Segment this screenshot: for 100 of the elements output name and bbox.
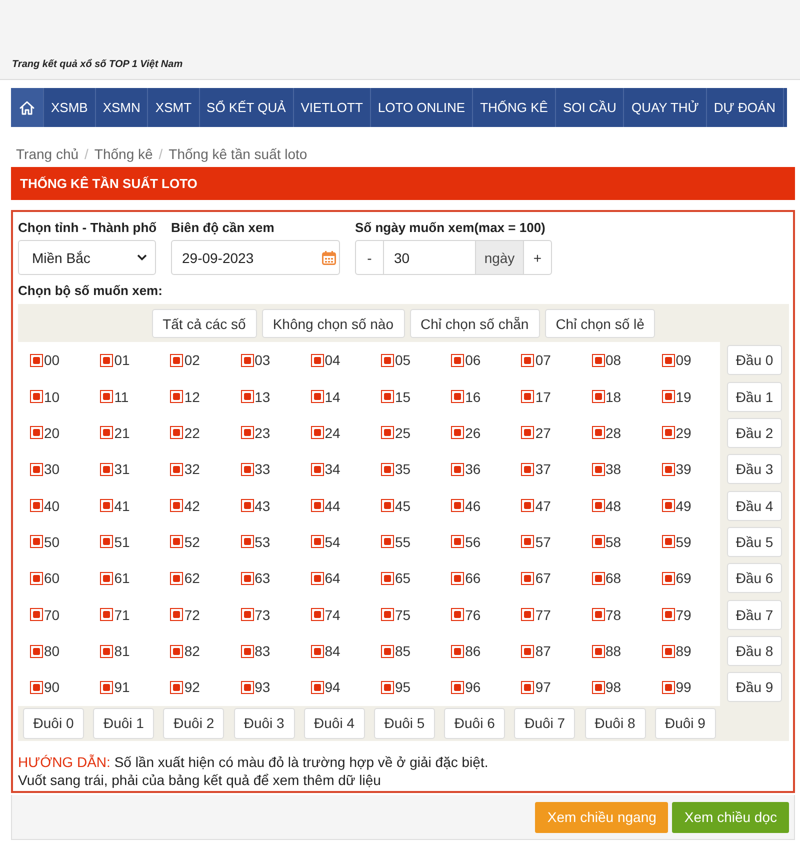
head-digit-button[interactable]: Đầu 7	[727, 600, 782, 630]
checkbox[interactable]	[592, 354, 604, 367]
checkbox[interactable]	[592, 644, 604, 658]
checkbox[interactable]	[100, 644, 114, 658]
head-digit-button[interactable]: Đầu 0	[727, 345, 782, 376]
nav-link[interactable]: XSMN	[96, 88, 148, 127]
checkbox[interactable]	[592, 462, 604, 476]
checkbox[interactable]	[240, 499, 254, 512]
checkbox[interactable]	[30, 462, 43, 476]
checkbox[interactable]	[30, 644, 43, 658]
breadcrumb-link[interactable]: Thống kê tần suất loto	[168, 146, 308, 162]
checkbox[interactable]	[380, 499, 394, 512]
checkbox[interactable]	[451, 535, 464, 548]
checkbox[interactable]	[592, 499, 604, 512]
checkbox[interactable]	[100, 680, 114, 694]
quick-select-button[interactable]: Tất cả các số	[152, 309, 257, 338]
checkbox[interactable]	[240, 572, 254, 585]
checkbox[interactable]	[310, 608, 324, 622]
head-digit-button[interactable]: Đầu 9	[727, 672, 782, 702]
province-select[interactable]: Miền Bắc	[18, 240, 156, 275]
checkbox[interactable]	[521, 499, 534, 512]
head-digit-button[interactable]: Đầu 1	[727, 382, 782, 412]
checkbox[interactable]	[451, 608, 464, 622]
checkbox[interactable]	[100, 572, 114, 585]
checkbox[interactable]	[100, 499, 114, 512]
checkbox[interactable]	[310, 354, 324, 367]
head-digit-button[interactable]: Đầu 8	[727, 636, 782, 666]
checkbox[interactable]	[662, 426, 675, 440]
checkbox[interactable]	[30, 499, 43, 512]
quick-select-button[interactable]: Chỉ chọn số chẵn	[410, 309, 540, 338]
checkbox[interactable]	[521, 608, 534, 622]
checkbox[interactable]	[100, 354, 114, 367]
checkbox[interactable]	[662, 390, 675, 404]
home-link[interactable]	[11, 88, 44, 127]
head-digit-button[interactable]: Đầu 2	[727, 418, 782, 448]
checkbox[interactable]	[310, 499, 324, 512]
checkbox[interactable]	[170, 535, 184, 548]
checkbox[interactable]	[310, 462, 324, 476]
checkbox[interactable]	[30, 354, 43, 367]
checkbox[interactable]	[380, 535, 394, 548]
quick-select-button[interactable]: Chỉ chọn số lẻ	[544, 309, 656, 338]
tail-digit-button[interactable]: Đuôi 9	[654, 708, 716, 739]
checkbox[interactable]	[592, 572, 604, 585]
checkbox[interactable]	[662, 644, 675, 658]
nav-link[interactable]: XSMT	[148, 88, 200, 127]
checkbox[interactable]	[240, 608, 254, 622]
nav-link[interactable]: SOI CẦU	[556, 88, 624, 127]
checkbox[interactable]	[662, 535, 675, 548]
nav-link[interactable]: SỔ KẾT QUẢ	[200, 88, 294, 127]
checkbox[interactable]	[100, 462, 114, 476]
checkbox[interactable]	[30, 608, 43, 622]
checkbox[interactable]	[521, 426, 534, 440]
days-input[interactable]: 30	[384, 240, 476, 275]
checkbox[interactable]	[592, 535, 604, 548]
checkbox[interactable]	[592, 390, 604, 404]
checkbox[interactable]	[380, 426, 394, 440]
checkbox[interactable]	[310, 572, 324, 585]
tail-digit-button[interactable]: Đuôi 4	[304, 708, 365, 739]
checkbox[interactable]	[380, 644, 394, 658]
decrement-button[interactable]: -	[355, 240, 384, 275]
checkbox[interactable]	[100, 535, 114, 548]
head-digit-button[interactable]: Đầu 3	[727, 454, 782, 484]
tail-digit-button[interactable]: Đuôi 5	[374, 708, 435, 739]
checkbox[interactable]	[521, 644, 534, 658]
checkbox[interactable]	[30, 680, 43, 694]
checkbox[interactable]	[30, 535, 43, 548]
checkbox[interactable]	[451, 572, 464, 585]
tail-digit-button[interactable]: Đuôi 6	[444, 708, 506, 739]
checkbox[interactable]	[521, 572, 534, 585]
checkbox[interactable]	[451, 644, 464, 658]
checkbox[interactable]	[451, 499, 464, 512]
checkbox[interactable]	[310, 680, 324, 694]
date-field[interactable]: 29-09-2023	[171, 240, 340, 275]
nav-link[interactable]: DỰ ĐOÁN	[706, 88, 784, 127]
checkbox[interactable]	[240, 644, 254, 658]
checkbox[interactable]	[170, 426, 184, 440]
breadcrumb-link[interactable]: Trang chủ	[16, 146, 79, 162]
checkbox[interactable]	[170, 499, 184, 512]
checkbox[interactable]	[380, 608, 394, 622]
checkbox[interactable]	[662, 608, 675, 622]
head-digit-button[interactable]: Đầu 5	[727, 526, 782, 557]
checkbox[interactable]	[521, 354, 534, 367]
quick-select-button[interactable]: Không chọn số nào	[262, 309, 404, 338]
checkbox[interactable]	[240, 354, 254, 367]
checkbox[interactable]	[310, 644, 324, 658]
checkbox[interactable]	[170, 390, 184, 404]
checkbox[interactable]	[30, 426, 43, 440]
checkbox[interactable]	[521, 680, 534, 694]
nav-link[interactable]: XSMB	[44, 88, 96, 127]
tail-digit-button[interactable]: Đuôi 2	[163, 708, 224, 739]
checkbox[interactable]	[310, 535, 324, 548]
checkbox[interactable]	[592, 680, 604, 694]
nav-link[interactable]: THỐNG KÊ	[473, 88, 556, 127]
checkbox[interactable]	[521, 390, 534, 404]
checkbox[interactable]	[170, 644, 184, 658]
checkbox[interactable]	[310, 426, 324, 440]
checkbox[interactable]	[592, 426, 604, 440]
checkbox[interactable]	[170, 680, 184, 694]
tail-digit-button[interactable]: Đuôi 3	[234, 708, 295, 739]
checkbox[interactable]	[380, 680, 394, 694]
